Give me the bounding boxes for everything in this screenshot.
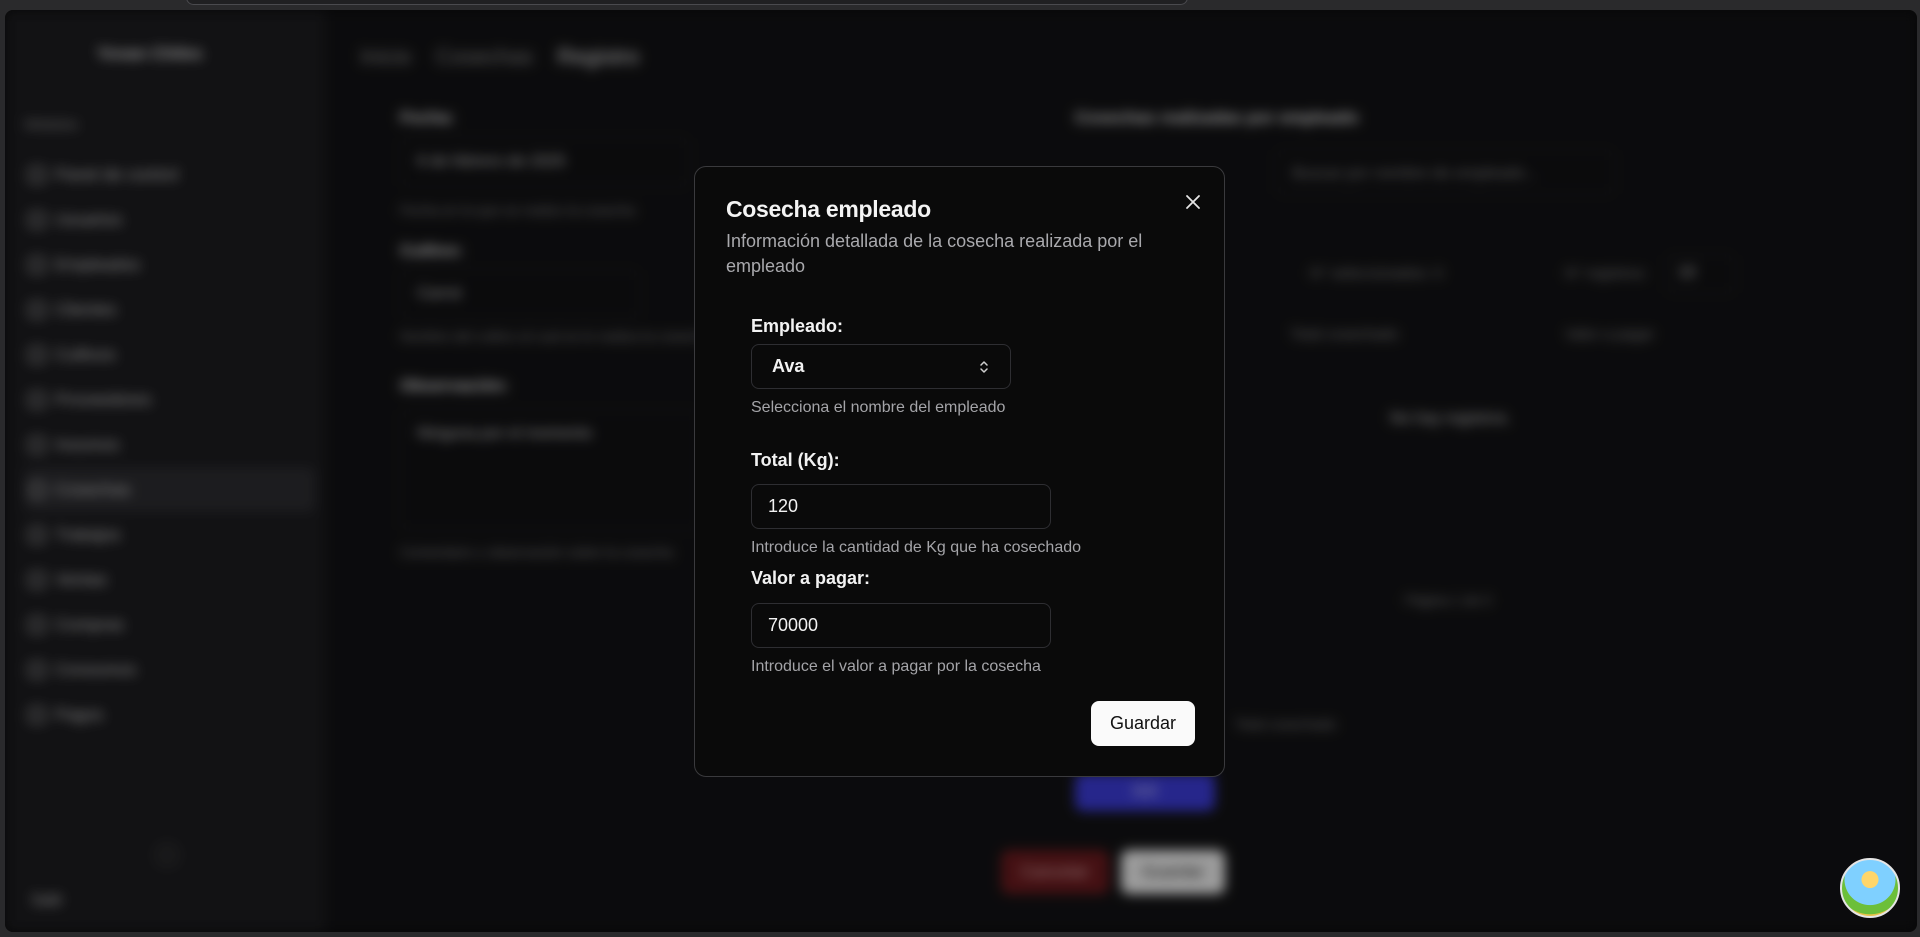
dialog-title: Cosecha empleado [726, 196, 931, 222]
browser-top-strip [0, 0, 1920, 10]
close-icon [1186, 195, 1200, 209]
empleado-selected-value: Ava [772, 356, 805, 376]
address-bar[interactable] [186, 0, 1188, 5]
cosecha-empleado-dialog: Cosecha empleado Información detallada d… [694, 166, 1225, 777]
total-label: Total (Kg): [751, 450, 840, 470]
close-button[interactable] [1179, 188, 1207, 216]
save-button[interactable]: Guardar [1091, 701, 1195, 746]
empleado-select[interactable]: Ava [751, 344, 1011, 389]
valor-hint: Introduce el valor a pagar por la cosech… [751, 658, 1041, 675]
valor-pagar-input[interactable] [751, 603, 1051, 648]
total-hint: Introduce la cantidad de Kg que ha cosec… [751, 539, 1082, 556]
app-window: Yovan Chiles Módulos Panel de control Us… [5, 10, 1917, 932]
empleado-label: Empleado: [751, 316, 844, 336]
user-avatar[interactable] [1840, 858, 1900, 918]
dialog-description: Información detallada de la cosecha real… [726, 231, 1143, 276]
total-kg-input[interactable] [751, 484, 1051, 529]
valor-label: Valor a pagar: [751, 568, 871, 588]
empleado-hint: Selecciona el nombre del empleado [751, 399, 1006, 416]
chevron-up-down-icon [980, 360, 988, 373]
